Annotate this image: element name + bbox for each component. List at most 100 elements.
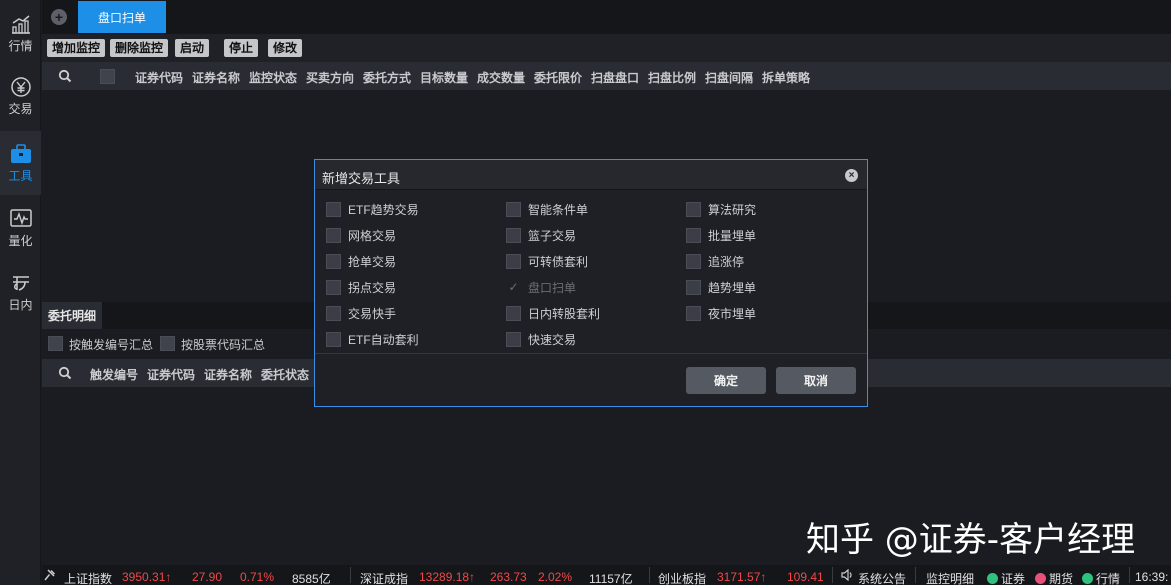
- column-header[interactable]: 委托方式: [363, 69, 411, 86]
- column-header[interactable]: 监控状态: [249, 69, 297, 86]
- option-etf-arbitrage[interactable]: ETF自动套利: [326, 330, 419, 348]
- checkbox[interactable]: [506, 305, 521, 321]
- connection-label: 行情: [1096, 572, 1121, 585]
- checkbox[interactable]: [326, 227, 341, 243]
- sh-index-value: 3950.31↑: [122, 570, 172, 584]
- briefcase-icon: [10, 143, 32, 165]
- option-grid-trading[interactable]: 网格交易: [326, 226, 396, 244]
- checkbox[interactable]: [326, 279, 341, 295]
- checkbox[interactable]: [326, 253, 341, 269]
- cy-index-change: 109.41: [787, 570, 824, 584]
- column-header[interactable]: 扫盘比例: [648, 69, 696, 86]
- column-header[interactable]: 扫盘盘口: [591, 69, 639, 86]
- column-header[interactable]: 证券代码: [135, 69, 183, 86]
- checkmark-icon: ✓: [508, 279, 519, 294]
- option-label: 篮子交易: [528, 228, 577, 243]
- column-header[interactable]: 扫盘间隔: [705, 69, 753, 86]
- sidebar-item-intraday[interactable]: 日内: [0, 262, 41, 322]
- option-grab-order[interactable]: 抢单交易: [326, 252, 396, 270]
- option-label: 夜市埋单: [708, 306, 757, 321]
- monitor-table-header: 证券代码 证券名称 监控状态 买卖方向 委托方式 目标数量 成交数量 委托限价 …: [42, 62, 1171, 90]
- select-all-checkbox[interactable]: [100, 69, 115, 84]
- checkbox[interactable]: [326, 331, 341, 347]
- option-fast-trading[interactable]: 快速交易: [506, 330, 576, 348]
- option-convertible-arbitrage[interactable]: 可转债套利: [506, 252, 588, 270]
- sidebar-item-tools[interactable]: 工具: [0, 131, 41, 195]
- pulse-monitor-icon: [9, 208, 32, 230]
- column-header[interactable]: 触发编号: [90, 366, 138, 383]
- sidebar-item-market[interactable]: 行情: [0, 3, 41, 63]
- option-batch-order[interactable]: 批量埋单: [686, 226, 756, 244]
- sidebar-item-quant[interactable]: 量化: [0, 198, 41, 258]
- cy-index-name: 创业板指: [658, 572, 707, 585]
- tab-order-details[interactable]: 委托明细: [42, 302, 102, 329]
- divider: [1129, 567, 1130, 583]
- option-quick-hand[interactable]: 交易快手: [326, 304, 396, 322]
- option-etf-trend[interactable]: ETF趋势交易: [326, 200, 419, 218]
- pin-icon[interactable]: [44, 569, 56, 584]
- column-header[interactable]: 委托状态: [261, 366, 309, 383]
- connection-quotes: 行情: [1082, 570, 1120, 585]
- column-header[interactable]: 拆单策略: [762, 69, 810, 86]
- speaker-icon: [841, 568, 854, 584]
- checkbox[interactable]: [686, 201, 701, 217]
- column-header[interactable]: 目标数量: [420, 69, 468, 86]
- add-tab-icon[interactable]: +: [51, 9, 67, 25]
- column-header[interactable]: 成交数量: [477, 69, 525, 86]
- edit-button[interactable]: 修改: [268, 39, 303, 57]
- checkbox[interactable]: [686, 279, 701, 295]
- checkbox[interactable]: [506, 227, 521, 243]
- column-header[interactable]: 证券名称: [204, 366, 252, 383]
- column-header[interactable]: 证券代码: [147, 366, 195, 383]
- checkbox[interactable]: [686, 227, 701, 243]
- tab-order-sweep[interactable]: 盘口扫单: [78, 1, 166, 33]
- cancel-button[interactable]: 取消: [776, 367, 856, 394]
- start-button[interactable]: 启动: [175, 39, 210, 57]
- sz-index-amount: 11157亿: [589, 572, 633, 585]
- sidebar-item-label: 交易: [8, 101, 33, 116]
- column-header[interactable]: 买卖方向: [306, 69, 354, 86]
- search-icon[interactable]: [58, 69, 72, 86]
- stop-button[interactable]: 停止: [224, 39, 259, 57]
- checkbox[interactable]: [686, 253, 701, 269]
- checkbox[interactable]: [506, 201, 521, 217]
- toolbar: 增加监控 删除监控 启动 停止 修改: [42, 34, 1171, 62]
- option-smart-condition[interactable]: 智能条件单: [506, 200, 588, 218]
- group-by-stock-checkbox[interactable]: [160, 336, 175, 351]
- option-night-order[interactable]: 夜市埋单: [686, 304, 756, 322]
- sidebar-item-trade[interactable]: 交易: [0, 66, 41, 126]
- checkbox[interactable]: [506, 253, 521, 269]
- delete-monitor-button[interactable]: 删除监控: [110, 39, 169, 57]
- checkbox[interactable]: [506, 331, 521, 347]
- dialog-header: 新增交易工具 ×: [315, 160, 867, 190]
- option-limit-up-chase[interactable]: 追涨停: [686, 252, 744, 270]
- checkbox[interactable]: [686, 305, 701, 321]
- search-icon[interactable]: [58, 366, 72, 383]
- column-header[interactable]: 证券名称: [192, 69, 240, 86]
- checkbox[interactable]: [326, 305, 341, 321]
- yen-circle-icon: [10, 76, 32, 98]
- divider: [832, 567, 833, 583]
- option-label: 追涨停: [708, 254, 745, 269]
- option-trend-order[interactable]: 趋势埋单: [686, 278, 756, 296]
- chart-line-icon: [10, 13, 32, 35]
- option-label: 快速交易: [528, 332, 577, 347]
- confirm-button[interactable]: 确定: [686, 367, 766, 394]
- status-dot: [987, 573, 998, 584]
- option-label: 趋势埋单: [708, 280, 757, 295]
- announcement-link[interactable]: 系统公告: [858, 570, 906, 585]
- close-icon[interactable]: ×: [845, 169, 858, 182]
- add-monitor-button[interactable]: 增加监控: [47, 39, 106, 57]
- option-turning-point[interactable]: 拐点交易: [326, 278, 396, 296]
- column-header[interactable]: 委托限价: [534, 69, 582, 86]
- clock: 16:39:: [1135, 570, 1169, 584]
- option-intraday-conversion[interactable]: 日内转股套利: [506, 304, 600, 322]
- option-algo-research[interactable]: 算法研究: [686, 200, 756, 218]
- checkbox-label: 按股票代码汇总: [181, 338, 266, 352]
- checkbox[interactable]: [326, 201, 341, 217]
- option-label: 拐点交易: [348, 280, 397, 295]
- monitor-details-link[interactable]: 监控明细: [926, 570, 974, 585]
- option-basket-trading[interactable]: 篮子交易: [506, 226, 576, 244]
- option-label: ETF趋势交易: [348, 202, 419, 217]
- group-by-trigger-checkbox[interactable]: [48, 336, 63, 351]
